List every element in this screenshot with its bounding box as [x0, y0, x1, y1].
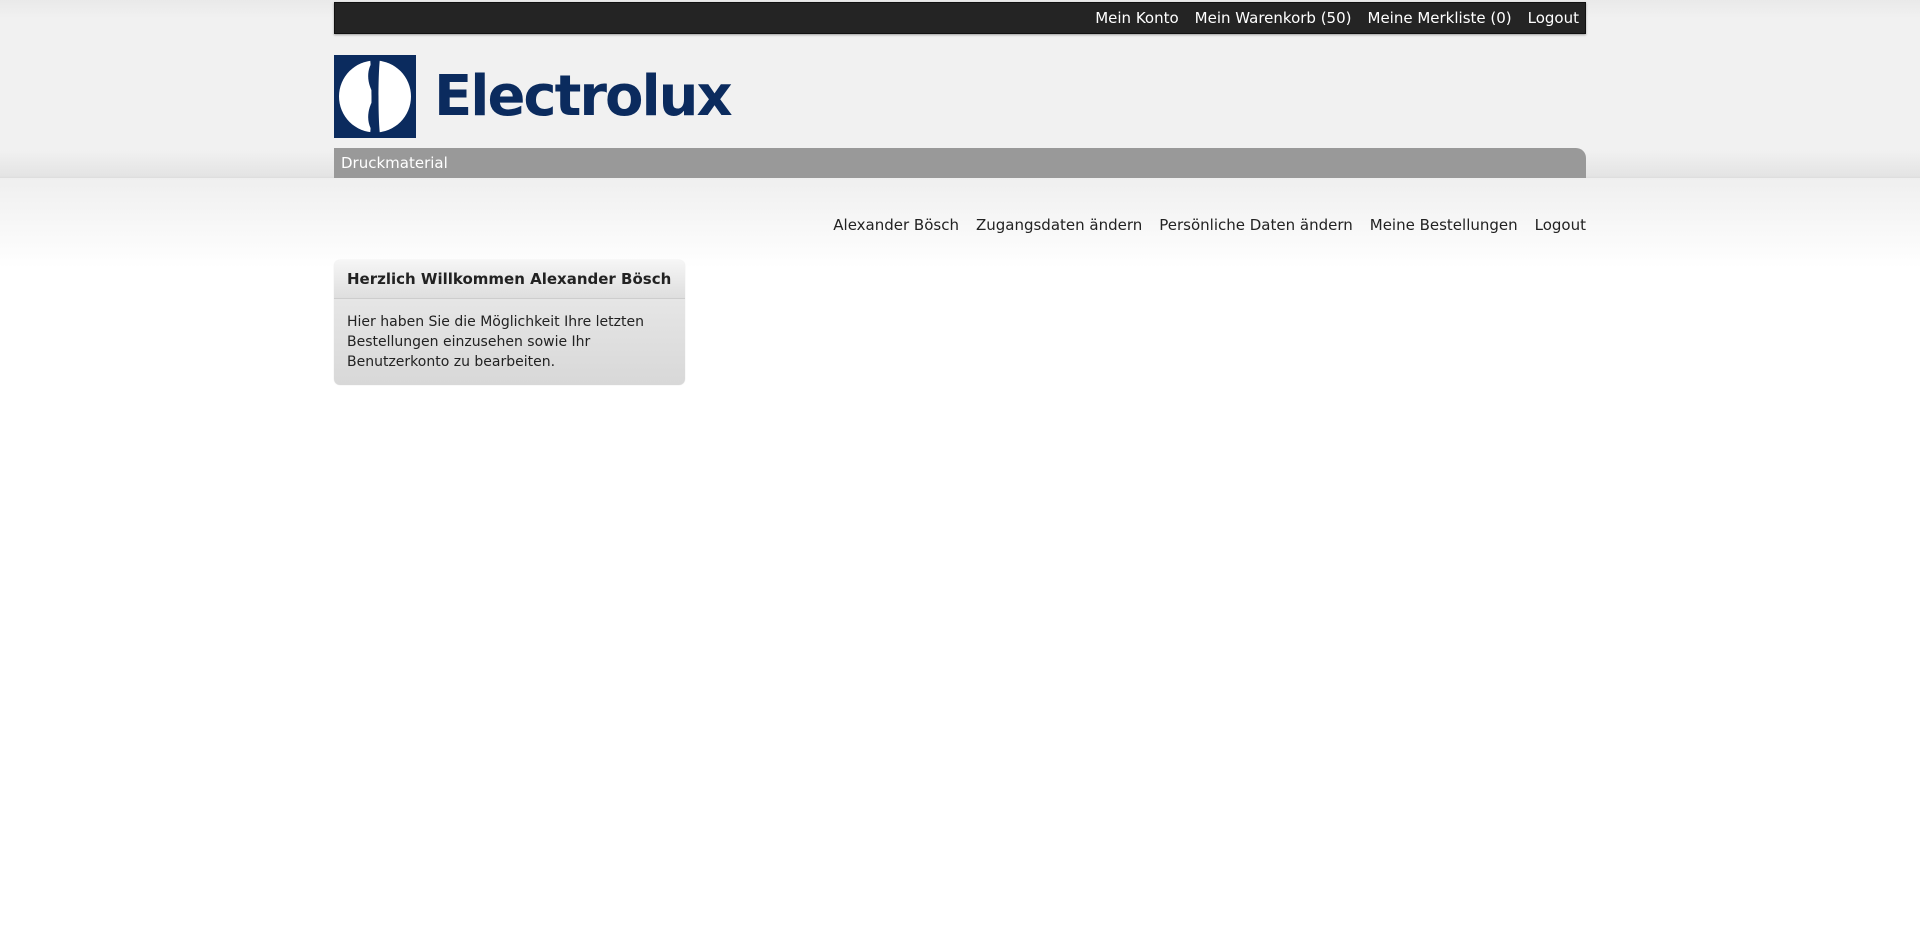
nav-item-druckmaterial[interactable]: Druckmaterial: [334, 154, 448, 172]
user-account-nav: Alexander Bösch Zugangsdaten ändern Pers…: [816, 214, 1586, 236]
user-name-link[interactable]: Alexander Bösch: [833, 216, 959, 234]
change-personal-data-link[interactable]: Persönliche Daten ändern: [1159, 216, 1352, 234]
cart-link[interactable]: Mein Warenkorb (50): [1195, 9, 1352, 27]
logout-link-top[interactable]: Logout: [1528, 9, 1579, 27]
main-nav: Druckmaterial: [334, 148, 1586, 178]
welcome-title: Herzlich Willkommen Alexander Bösch: [334, 260, 685, 299]
brand-name: Electrolux: [434, 64, 733, 129]
electrolux-logo-icon: [334, 55, 416, 138]
wishlist-link[interactable]: Meine Merkliste (0): [1368, 9, 1512, 27]
brand-logo[interactable]: Electrolux: [334, 55, 733, 138]
welcome-text: Hier haben Sie die Möglichkeit Ihre letz…: [347, 314, 644, 370]
logout-link[interactable]: Logout: [1535, 216, 1586, 234]
account-bar: Mein Konto Mein Warenkorb (50) Meine Mer…: [334, 2, 1586, 34]
my-orders-link[interactable]: Meine Bestellungen: [1370, 216, 1518, 234]
change-credentials-link[interactable]: Zugangsdaten ändern: [976, 216, 1142, 234]
welcome-panel: Herzlich Willkommen Alexander Bösch Hier…: [334, 260, 685, 385]
my-account-link[interactable]: Mein Konto: [1095, 9, 1178, 27]
page-container: Mein Konto Mein Warenkorb (50) Meine Mer…: [334, 0, 1586, 947]
